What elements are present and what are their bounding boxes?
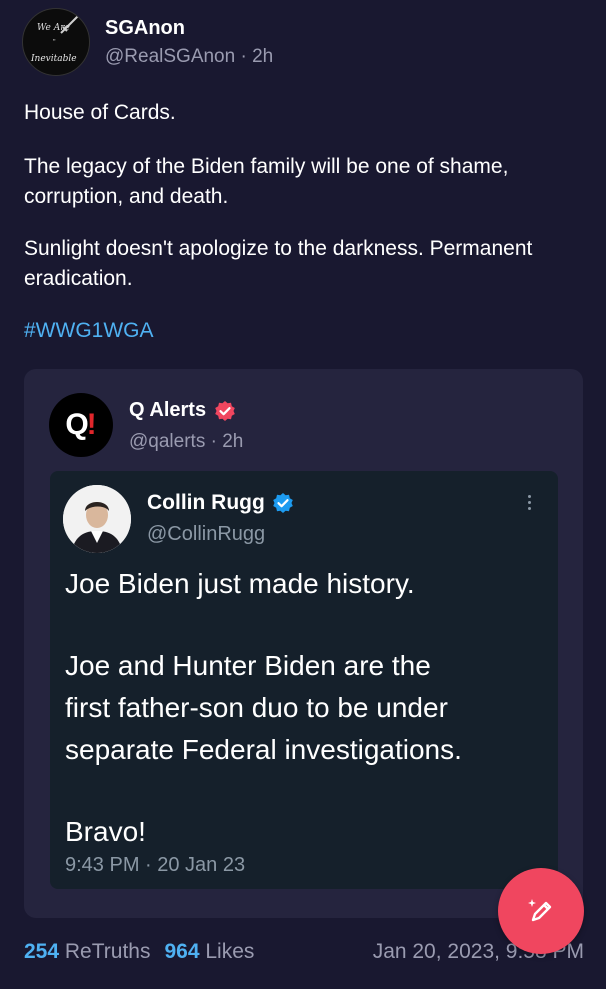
qalerts-avatar[interactable]: Q! xyxy=(49,393,113,457)
tweet-author-name: Collin Rugg xyxy=(147,491,265,514)
post-paragraph: Sunlight doesn't apologize to the darkne… xyxy=(24,237,533,290)
tweet-author-handle: @CollinRugg xyxy=(147,523,266,545)
qalerts-logo-bang: ! xyxy=(86,408,97,441)
retruths-label: ReTruths xyxy=(64,940,151,963)
qalerts-logo-q: Q xyxy=(65,408,89,441)
post-time: · 2h xyxy=(240,46,274,67)
author-handle[interactable]: @RealSGAnon xyxy=(105,46,235,67)
avatar-text-bottom: Inevitable xyxy=(31,54,77,64)
quoted-author-name[interactable]: Q Alerts xyxy=(129,399,206,422)
author-name[interactable]: SGAnon xyxy=(105,16,273,40)
post-paragraph: The legacy of the Biden family will be o… xyxy=(24,155,509,208)
embedded-tweet-image: Collin Rugg @CollinRugg Joe Biden just m… xyxy=(50,471,558,889)
verified-badge-icon xyxy=(215,400,235,421)
hashtag-link[interactable]: #WWG1WGA xyxy=(24,316,154,346)
tweet-timestamp: 9:43 PM · 20 Jan 23 xyxy=(65,854,246,876)
retruths-count: 254 xyxy=(24,940,60,963)
quoted-post-time: · 2h xyxy=(210,431,244,452)
more-options-icon xyxy=(528,495,534,513)
sganon-avatar[interactable]: We Are " Inevitable xyxy=(22,8,90,76)
retruths-stat[interactable]: 254 ReTruths xyxy=(24,940,150,963)
tweet-line: separate Federal investigations. xyxy=(65,734,462,765)
post-paragraph: House of Cards. xyxy=(24,101,176,124)
tweet-line: Joe Biden just made history. xyxy=(65,568,415,599)
collin-rugg-avatar xyxy=(63,485,131,553)
compose-button[interactable] xyxy=(498,868,584,954)
pencil-sparkle-icon xyxy=(528,899,552,922)
likes-label: Likes xyxy=(205,940,255,963)
post-header: We Are " Inevitable SGAnon @RealSGAnon ·… xyxy=(22,8,273,76)
verified-badge-icon xyxy=(273,493,293,513)
quoted-author-handle[interactable]: @qalerts xyxy=(129,431,205,452)
tweet-line: Joe and Hunter Biden are the xyxy=(65,650,431,681)
likes-count: 964 xyxy=(164,940,200,963)
avatar-text-mid: " xyxy=(53,39,56,46)
likes-stat[interactable]: 964 Likes xyxy=(164,940,254,963)
tweet-line: first father-son duo to be under xyxy=(65,692,448,723)
quoted-post-card[interactable]: Q! Q Alerts @qalerts · 2h Collin Rugg @C… xyxy=(24,369,583,918)
tweet-line: Bravo! xyxy=(65,816,146,847)
sword-icon xyxy=(60,14,80,34)
